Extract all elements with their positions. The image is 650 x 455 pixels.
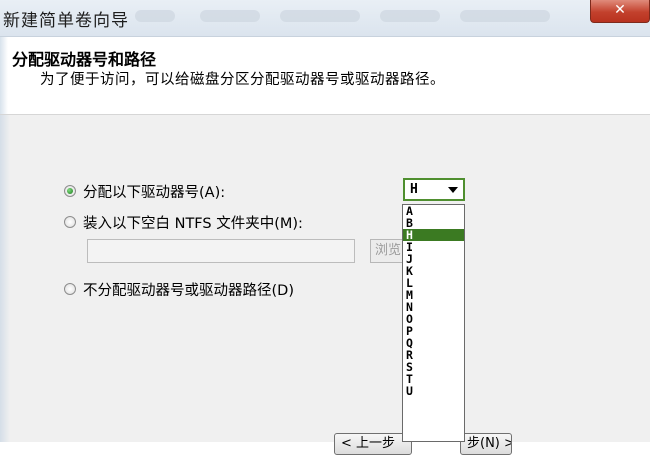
mount-folder-label[interactable]: 装入以下空白 NTFS 文件夹中(M): xyxy=(83,212,303,233)
drive-letter-select[interactable]: H xyxy=(403,178,465,201)
assign-letter-label[interactable]: 分配以下驱动器号(A): xyxy=(83,181,225,202)
page-subtitle: 为了便于访问，可以给磁盘分区分配驱动器号或驱动器路径。 xyxy=(40,72,445,88)
page-title: 分配驱动器号和路径 xyxy=(12,50,157,69)
window-title: 新建简单卷向导 xyxy=(3,11,129,31)
wizard-header: 分配驱动器号和路径 为了便于访问，可以给磁盘分区分配驱动器号或驱动器路径。 xyxy=(0,37,650,115)
blurred-text xyxy=(380,10,440,22)
blurred-text xyxy=(135,10,175,22)
folder-path-input[interactable] xyxy=(87,239,355,263)
mount-folder-radio[interactable] xyxy=(64,216,76,228)
wizard-body: 分配以下驱动器号(A): 装入以下空白 NTFS 文件夹中(M): 浏览 不分配… xyxy=(0,115,650,455)
assign-letter-radio[interactable] xyxy=(64,185,76,197)
close-icon: ✕ xyxy=(614,2,626,18)
chevron-down-icon xyxy=(448,187,458,193)
next-button[interactable]: 步(N) > xyxy=(460,433,512,455)
back-button[interactable]: < 上一步 xyxy=(334,433,412,455)
no-assign-radio[interactable] xyxy=(64,283,76,295)
close-button[interactable]: ✕ xyxy=(590,0,650,23)
drive-letter-option[interactable]: U xyxy=(403,385,464,397)
blurred-text xyxy=(200,10,260,22)
blurred-text xyxy=(460,10,550,22)
drive-letter-value: H xyxy=(410,182,418,197)
drive-letter-dropdown[interactable]: ABHIJKLMNOPQRSTU xyxy=(402,204,465,442)
browse-button[interactable]: 浏览 xyxy=(370,239,406,263)
no-assign-label[interactable]: 不分配驱动器号或驱动器路径(D) xyxy=(83,279,294,300)
blurred-text xyxy=(280,10,360,22)
title-bar: 新建简单卷向导 ✕ xyxy=(0,0,650,37)
